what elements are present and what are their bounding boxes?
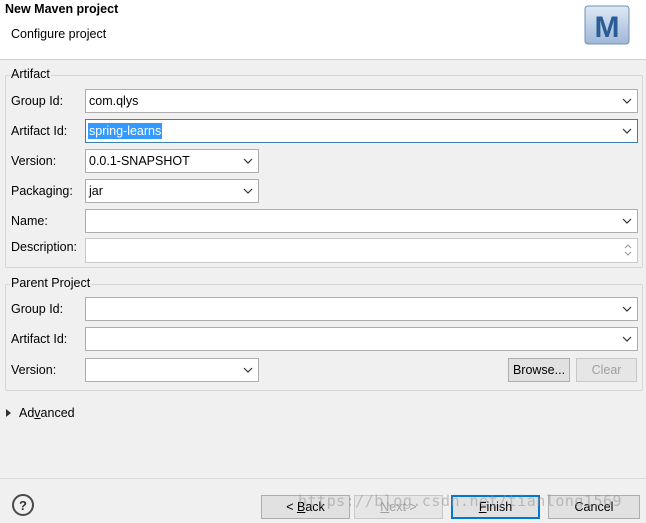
cancel-button[interactable]: Cancel — [548, 495, 640, 519]
advanced-toggle[interactable]: Advanced — [5, 404, 75, 422]
parent-artifact-id-label: Artifact Id: — [11, 332, 68, 346]
next-button[interactable]: Next > — [354, 495, 443, 519]
chevron-down-icon[interactable] — [619, 300, 635, 318]
maven-logo-icon: M — [584, 5, 630, 45]
parent-project-group-title: Parent Project — [10, 276, 92, 290]
wizard-title: New Maven project — [5, 2, 119, 16]
description-textarea[interactable] — [85, 238, 638, 263]
finish-label: Finish — [478, 500, 513, 514]
parent-group-id-combo[interactable] — [85, 297, 638, 321]
group-id-combo[interactable]: com.qlys — [85, 89, 638, 113]
packaging-value: jar — [89, 184, 103, 198]
help-icon: ? — [19, 497, 27, 513]
parent-group-id-label: Group Id: — [11, 302, 64, 316]
chevron-down-icon[interactable] — [619, 330, 635, 348]
wizard-subtitle: Configure project — [11, 27, 107, 41]
next-label: Next > — [380, 500, 417, 514]
parent-artifact-id-combo[interactable] — [85, 327, 638, 351]
packaging-label: Packaging: — [11, 184, 73, 198]
help-button[interactable]: ? — [12, 494, 34, 516]
wizard-header: New Maven project Configure project M — [0, 0, 646, 60]
footer-separator — [0, 478, 646, 479]
chevron-down-icon[interactable] — [240, 152, 256, 170]
back-button[interactable]: < Back — [261, 495, 350, 519]
parent-version-combo[interactable] — [85, 358, 259, 382]
group-id-value: com.qlys — [89, 94, 139, 108]
chevron-down-icon[interactable] — [240, 361, 256, 379]
name-label: Name: — [11, 214, 48, 228]
maven-logo-letter: M — [595, 11, 620, 44]
name-combo[interactable] — [85, 209, 638, 233]
version-label: Version: — [11, 154, 57, 168]
chevron-down-icon[interactable] — [619, 122, 635, 140]
browse-button[interactable]: Browse... — [508, 358, 570, 382]
expand-triangle-icon[interactable] — [5, 408, 13, 418]
back-label: < Back — [286, 500, 325, 514]
clear-button[interactable]: Clear — [576, 358, 637, 382]
artifact-group-title: Artifact — [10, 67, 51, 81]
parent-version-label: Version: — [11, 363, 57, 377]
advanced-label: Advanced — [19, 406, 75, 420]
version-value: 0.0.1-SNAPSHOT — [89, 154, 190, 168]
scroll-arrows-icon[interactable] — [622, 241, 634, 259]
artifact-id-combo[interactable]: spring-learns — [85, 119, 638, 143]
artifact-id-label: Artifact Id: — [11, 124, 68, 138]
description-label: Description: — [11, 240, 77, 254]
chevron-down-icon[interactable] — [619, 212, 635, 230]
group-id-label: Group Id: — [11, 94, 64, 108]
chevron-down-icon[interactable] — [619, 92, 635, 110]
chevron-down-icon[interactable] — [240, 182, 256, 200]
artifact-id-value: spring-learns — [88, 123, 163, 139]
version-combo[interactable]: 0.0.1-SNAPSHOT — [85, 149, 259, 173]
finish-button[interactable]: Finish — [451, 495, 540, 519]
packaging-combo[interactable]: jar — [85, 179, 259, 203]
